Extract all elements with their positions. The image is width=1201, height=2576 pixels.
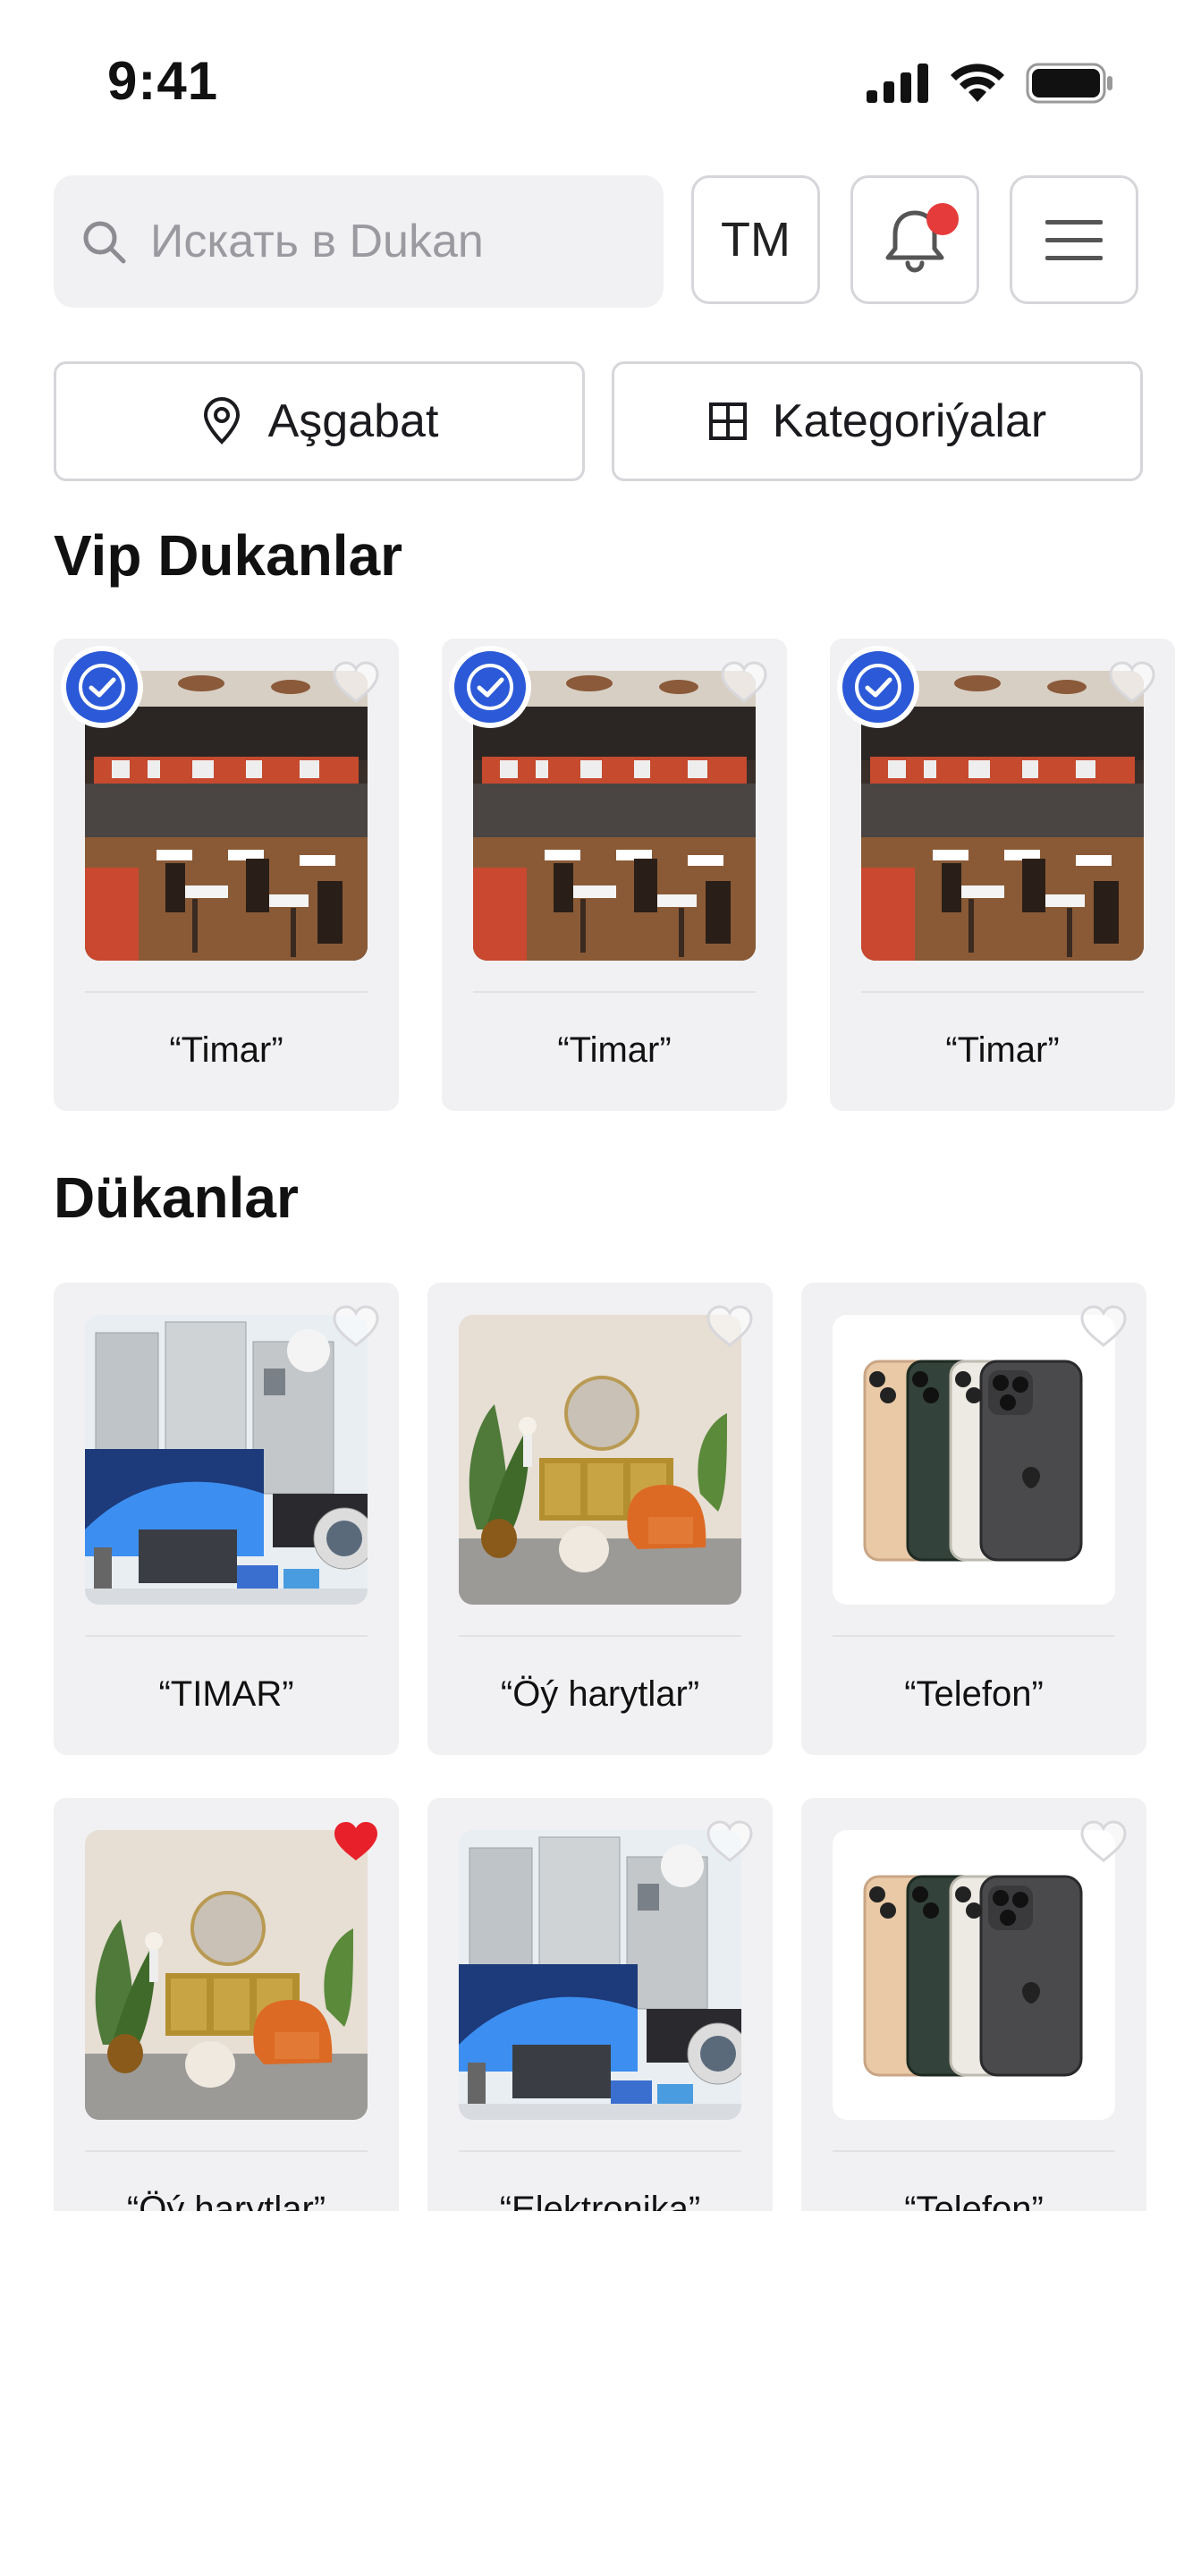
categories-button[interactable]: Kategoriýalar — [612, 361, 1143, 481]
search-input[interactable] — [148, 214, 617, 269]
heart-outline-icon[interactable] — [1078, 1819, 1129, 1864]
location-button[interactable]: Aşgabat — [54, 361, 585, 481]
notification-badge — [926, 203, 959, 235]
heart-filled-icon[interactable] — [331, 1819, 381, 1864]
shop-name: “Timar” — [169, 1030, 283, 1070]
vip-shop-card[interactable]: “Timar” — [442, 639, 787, 1111]
heart-outline-icon[interactable] — [705, 1819, 755, 1864]
status-icons — [867, 63, 1115, 104]
shop-name: “Timar” — [945, 1030, 1060, 1070]
language-button[interactable]: TM — [691, 175, 820, 304]
shop-name: “Telefon” — [904, 2190, 1044, 2211]
vip-shop-card[interactable]: “Timar” — [54, 639, 399, 1111]
shop-image — [85, 1315, 368, 1605]
shop-image — [833, 1830, 1115, 2120]
status-bar: 9:41 — [0, 0, 1201, 161]
shop-image — [85, 1830, 368, 2120]
shop-image — [459, 1315, 741, 1605]
shop-card[interactable]: “Öý harytlar” — [427, 1283, 773, 1755]
search-icon — [79, 216, 129, 267]
grid-icon — [708, 402, 747, 440]
card-divider — [861, 991, 1144, 993]
heart-outline-icon[interactable] — [705, 1304, 755, 1349]
shop-name: “Öý harytlar” — [500, 1674, 700, 1714]
cellular-signal-icon — [867, 64, 928, 103]
wifi-icon — [951, 64, 1004, 102]
card-divider — [833, 1635, 1115, 1637]
language-label: TM — [721, 213, 791, 267]
hamburger-menu-icon — [1045, 220, 1103, 260]
location-label: Aşgabat — [267, 395, 439, 447]
categories-label: Kategoriýalar — [772, 395, 1047, 447]
card-divider — [85, 1635, 368, 1637]
verified-check-icon — [61, 646, 143, 728]
vip-shop-card[interactable]: “Timar” — [830, 639, 1175, 1111]
shop-name: “Telefon” — [904, 1674, 1044, 1714]
heart-outline-icon[interactable] — [331, 660, 381, 705]
verified-check-icon — [837, 646, 919, 728]
heart-outline-icon[interactable] — [331, 1304, 381, 1349]
location-pin-icon — [203, 397, 240, 445]
shop-name: “Timar” — [557, 1030, 672, 1070]
heart-outline-icon[interactable] — [1107, 660, 1157, 705]
shop-name: “Öý harytlar” — [126, 2190, 326, 2211]
shop-image — [459, 1830, 741, 2120]
heart-outline-icon[interactable] — [1078, 1304, 1129, 1349]
card-divider — [833, 2150, 1115, 2152]
status-time: 9:41 — [107, 51, 219, 111]
shop-card[interactable]: “Elektronika” — [427, 1798, 773, 2211]
card-divider — [85, 991, 368, 993]
shop-card[interactable]: “Telefon” — [801, 1283, 1146, 1755]
shops-grid: “TIMAR” “Öý harytlar” “Telefon” “Öý hary… — [0, 1270, 1201, 2211]
card-divider — [473, 991, 756, 993]
shops-section-title: Dükanlar — [54, 1165, 299, 1230]
battery-icon — [1026, 63, 1112, 104]
card-divider — [85, 2150, 368, 2152]
menu-button[interactable] — [1010, 175, 1138, 304]
notifications-button[interactable] — [850, 175, 979, 304]
shop-card[interactable]: “Telefon” — [801, 1798, 1146, 2211]
shop-card[interactable]: “Öý harytlar” — [54, 1798, 399, 2211]
shop-name: “Elektronika” — [499, 2190, 701, 2211]
verified-check-icon — [449, 646, 531, 728]
vip-section-title: Vip Dukanlar — [54, 523, 403, 588]
card-divider — [459, 2150, 741, 2152]
shop-image — [833, 1315, 1115, 1605]
search-bar[interactable] — [54, 175, 664, 308]
shop-card[interactable]: “TIMAR” — [54, 1283, 399, 1755]
shop-name: “TIMAR” — [158, 1674, 294, 1714]
heart-outline-icon[interactable] — [719, 660, 769, 705]
card-divider — [459, 1635, 741, 1637]
